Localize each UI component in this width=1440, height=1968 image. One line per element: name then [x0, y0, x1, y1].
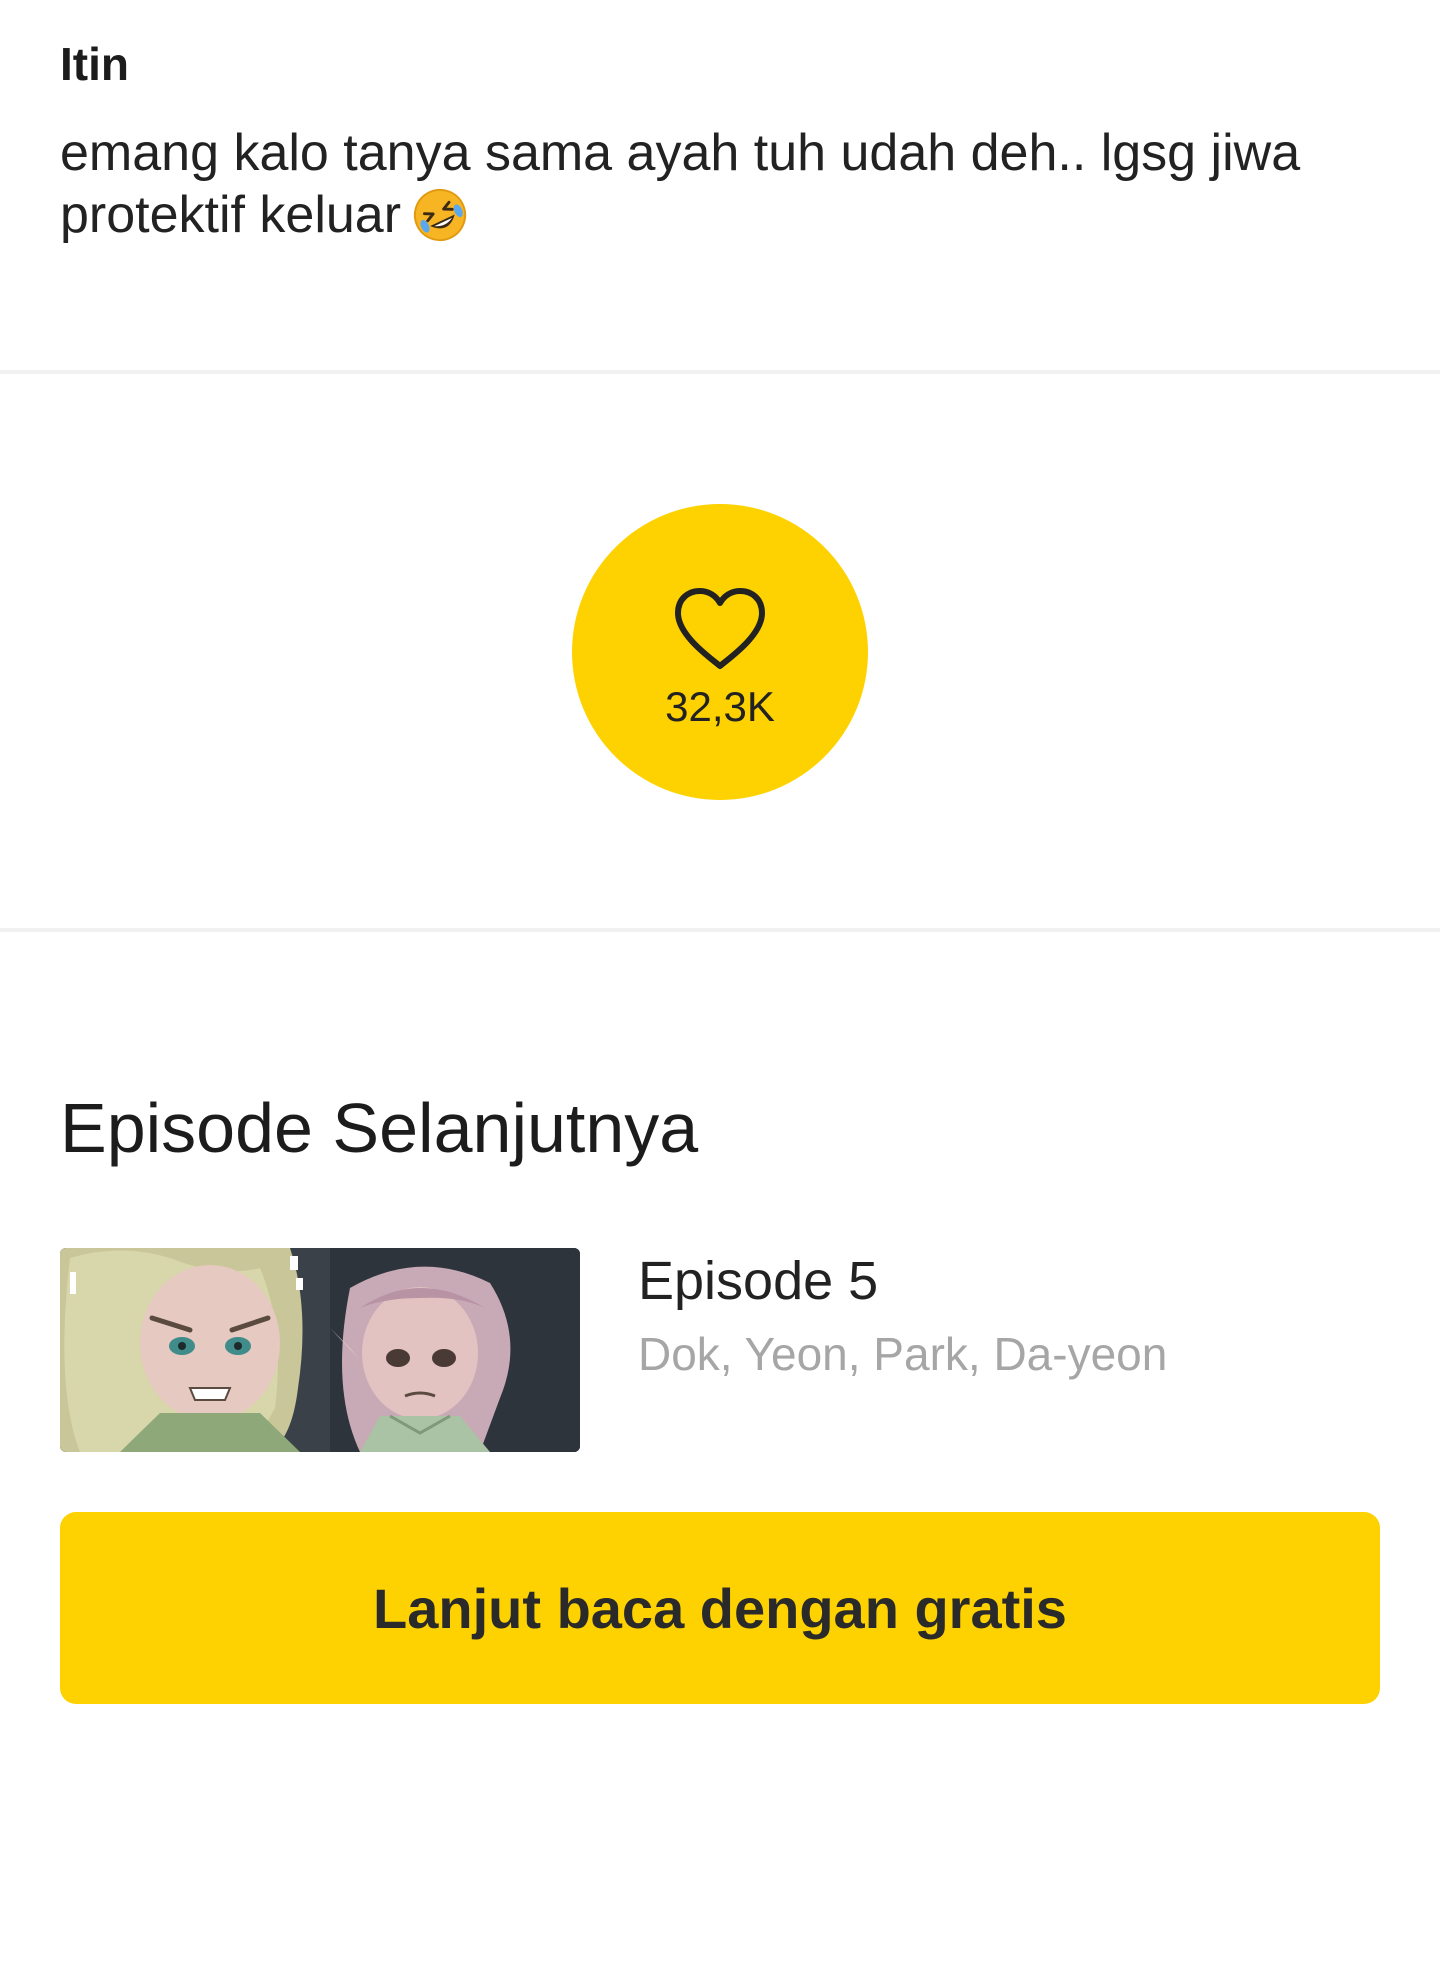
next-episode-heading: Episode Selanjutnya	[60, 1089, 699, 1167]
episode-thumbnail	[60, 1248, 580, 1452]
rolling-on-floor-laughing-emoji-icon	[413, 188, 467, 242]
like-count: 32,3K	[665, 683, 775, 730]
next-episode-card[interactable]: Episode 5 Dok, Yeon, Park, Da-yeon	[60, 1248, 1380, 1452]
divider	[0, 928, 1440, 932]
comment: Itin emang kalo tanya sama ayah tuh udah…	[60, 34, 1380, 246]
comment-text: emang kalo tanya sama ayah tuh udah deh.…	[60, 124, 1301, 244]
episode-authors: Dok, Yeon, Park, Da-yeon	[638, 1328, 1168, 1380]
episode-title: Episode 5	[638, 1251, 879, 1311]
comment-author: Itin	[60, 38, 129, 90]
divider	[0, 370, 1440, 374]
heart-icon	[675, 588, 765, 669]
episode-thumbnail-illustration	[60, 1248, 580, 1452]
continue-reading-free-button[interactable]: Lanjut baca dengan gratis	[60, 1512, 1380, 1704]
like-button[interactable]: 32,3K	[572, 504, 868, 800]
comment-body: emang kalo tanya sama ayah tuh udah deh.…	[60, 122, 1380, 246]
